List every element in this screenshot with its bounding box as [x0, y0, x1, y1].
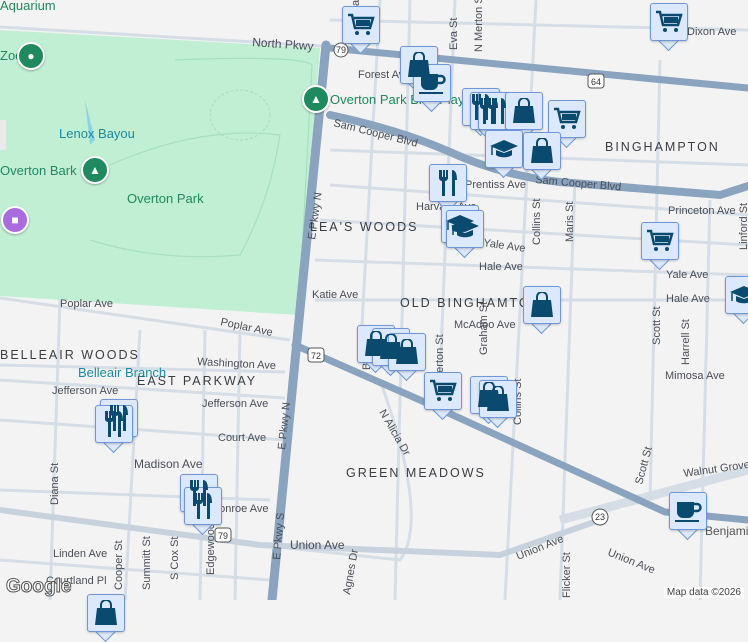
tree-pin-icon[interactable]: ▲ — [81, 156, 109, 184]
svg-text:Hale Ave: Hale Ave — [479, 261, 523, 273]
svg-text:Mimosa Ave: Mimosa Ave — [665, 370, 725, 382]
svg-text:79: 79 — [218, 531, 228, 541]
svg-text:Summitt St: Summitt St — [141, 536, 153, 590]
shopping-bag-marker[interactable] — [523, 286, 561, 335]
svg-text:Poplar Ave: Poplar Ave — [219, 316, 273, 339]
svg-text:Overton Park: Overton Park — [127, 191, 204, 206]
coffee-cup-icon — [669, 492, 707, 530]
svg-text:E Pkwy S: E Pkwy S — [271, 512, 287, 560]
shopping-bag-icon — [523, 286, 561, 324]
svg-text:72: 72 — [311, 351, 321, 361]
shopping-bag-icon — [523, 132, 561, 170]
svg-text:Cooper St: Cooper St — [113, 540, 125, 590]
svg-text:Collins St: Collins St — [531, 199, 543, 245]
zoo-pin-icon[interactable]: ● — [17, 42, 45, 70]
svg-text:Poplar Ave: Poplar Ave — [60, 298, 113, 310]
svg-text:Linden Ave: Linden Ave — [53, 548, 107, 560]
shopping-cart-marker[interactable] — [424, 372, 462, 421]
shopping-cart-marker[interactable] — [650, 3, 688, 52]
coffee-cup-marker[interactable] — [413, 64, 451, 113]
svg-text:BINGHAMPTON: BINGHAMPTON — [605, 140, 720, 154]
svg-text:Maris St: Maris St — [564, 202, 576, 242]
map-copyright[interactable]: Map data ©2026 — [663, 587, 744, 598]
svg-text:Court Ave: Court Ave — [218, 432, 266, 444]
svg-text:Benjamin Central: Benjamin Central — [705, 524, 748, 538]
svg-text:Jefferson Ave: Jefferson Ave — [202, 398, 268, 410]
svg-text:23: 23 — [595, 512, 605, 522]
graduation-cap-marker[interactable] — [485, 130, 523, 179]
map-canvas[interactable]: 79 64 72 79 23 North Pkwy Forest Ave Sam… — [0, 0, 748, 600]
utensils-icon — [429, 164, 467, 202]
tree-pin-icon[interactable]: ▲ — [302, 85, 330, 113]
svg-text:S Cox St: S Cox St — [169, 537, 181, 580]
svg-text:Yale Ave: Yale Ave — [666, 269, 708, 281]
svg-text:Princeton Ave: Princeton Ave — [668, 205, 736, 217]
svg-text:Flicker St: Flicker St — [561, 552, 573, 598]
svg-text:Madison Ave: Madison Ave — [134, 457, 203, 471]
museum-pin-icon[interactable]: ■ — [1, 206, 29, 234]
shopping-bag-marker[interactable] — [87, 594, 125, 642]
svg-text:Overton Bark: Overton Bark — [0, 163, 77, 178]
svg-text:Union Ave: Union Ave — [290, 538, 345, 552]
coffee-cup-marker[interactable] — [669, 492, 707, 541]
shopping-cart-icon — [342, 6, 380, 44]
graduation-cap-icon — [725, 276, 748, 314]
svg-text:Harrell St: Harrell St — [680, 319, 692, 365]
svg-text:Linford St: Linford St — [738, 203, 748, 250]
svg-text:Sam Cooper Blvd: Sam Cooper Blvd — [535, 174, 622, 193]
svg-text:BELLEAIR WOODS: BELLEAIR WOODS — [0, 348, 140, 362]
svg-text:OLD BINGHAMTON: OLD BINGHAMTON — [400, 296, 542, 310]
utensils-marker[interactable] — [429, 164, 467, 213]
shopping-cart-marker[interactable] — [641, 222, 679, 271]
graduation-cap-icon — [485, 130, 523, 168]
svg-text:Hale Ave: Hale Ave — [666, 293, 710, 305]
graduation-cap-marker[interactable] — [725, 276, 748, 325]
svg-text:Katie Ave: Katie Ave — [312, 289, 358, 301]
google-logo: Google — [5, 576, 72, 598]
svg-text:Yale Ave: Yale Ave — [483, 237, 527, 255]
shopping-cart-icon — [650, 3, 688, 41]
svg-text:Jefferson Ave: Jefferson Ave — [52, 385, 118, 397]
svg-text:Aquarium: Aquarium — [0, 0, 56, 13]
svg-text:N Merton St: N Merton St — [473, 0, 485, 52]
svg-text:64: 64 — [591, 77, 601, 87]
shopping-cart-icon — [424, 372, 462, 410]
svg-text:LEA'S WOODS: LEA'S WOODS — [310, 220, 418, 234]
svg-text:Prentiss Ave: Prentiss Ave — [465, 179, 526, 191]
svg-text:Dixon Ave: Dixon Ave — [687, 26, 736, 38]
svg-text:Scott St: Scott St — [651, 306, 663, 345]
svg-text:N Alicia Dr: N Alicia Dr — [376, 408, 412, 459]
svg-text:Union Ave: Union Ave — [515, 533, 566, 563]
svg-text:GREEN MEADOWS: GREEN MEADOWS — [346, 466, 486, 480]
svg-text:Union Ave: Union Ave — [606, 547, 657, 577]
svg-text:Belleair Branch: Belleair Branch — [78, 365, 166, 380]
shopping-cart-icon — [641, 222, 679, 260]
svg-text:Eva St: Eva St — [448, 18, 460, 50]
shopping-bag-marker[interactable] — [523, 132, 561, 181]
shopping-bag-icon — [505, 92, 543, 130]
svg-text:Diana St: Diana St — [49, 463, 61, 505]
svg-text:Lenox Bayou: Lenox Bayou — [59, 126, 135, 141]
shopping-cart-marker[interactable] — [342, 6, 380, 55]
